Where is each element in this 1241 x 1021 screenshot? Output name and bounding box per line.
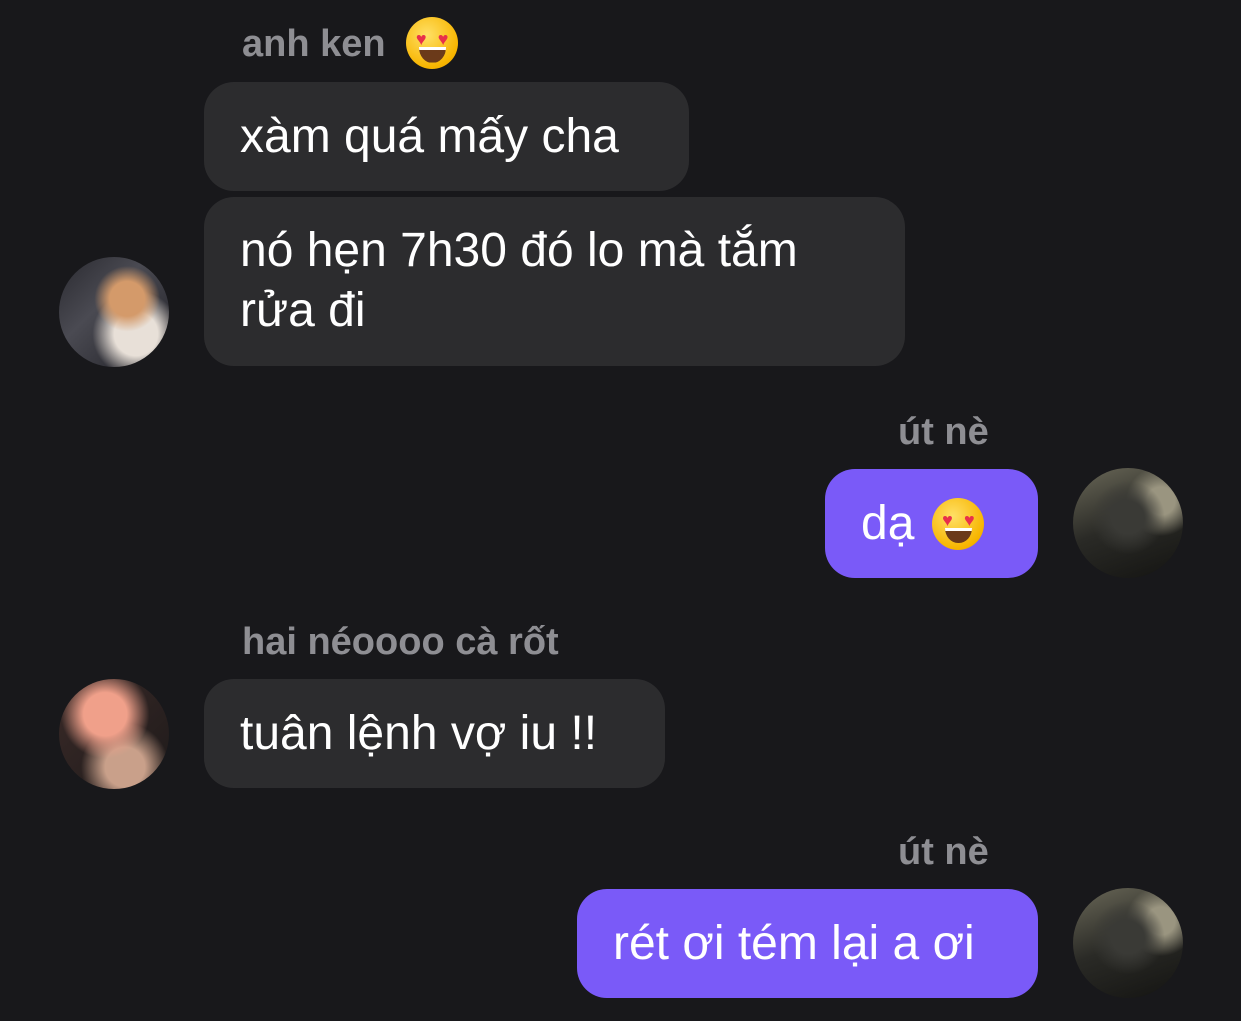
message-text: tuân lệnh vợ iu !! xyxy=(240,706,598,760)
avatar-ut-ne[interactable] xyxy=(1073,468,1183,578)
sender-name-ut-ne: út nè xyxy=(898,831,989,873)
sender-name-anh-ken: anh ken ♥ ♥ xyxy=(242,16,459,69)
sender-name-ut-ne: út nè xyxy=(898,411,989,453)
avatar-hai-neoooo[interactable] xyxy=(59,679,169,789)
message-text: xàm quá mấy cha xyxy=(240,109,619,163)
message-text: nó hẹn 7h30 đó lo mà tắm rửa đi xyxy=(240,224,798,337)
message-bubble[interactable]: dạ ♥ ♥ xyxy=(825,469,1038,578)
smiling-face-heart-eyes-icon: ♥ ♥ xyxy=(406,16,459,69)
smiling-face-heart-eyes-icon: ♥ ♥ xyxy=(932,497,985,550)
message-bubble[interactable]: nó hẹn 7h30 đó lo mà tắm rửa đi xyxy=(204,197,905,366)
message-bubble[interactable]: rét ơi tém lại a ơi xyxy=(577,889,1038,998)
avatar-ut-ne[interactable] xyxy=(1073,888,1183,998)
sender-name-hai-neoooo: hai néoooo cà rốt xyxy=(242,621,559,663)
message-bubble[interactable]: xàm quá mấy cha xyxy=(204,82,689,191)
sender-name-text: anh ken xyxy=(242,23,386,65)
message-bubble[interactable]: tuân lệnh vợ iu !! xyxy=(204,679,665,788)
message-text: dạ xyxy=(861,496,915,550)
avatar-anh-ken[interactable] xyxy=(59,257,169,367)
message-text: rét ơi tém lại a ơi xyxy=(613,916,975,970)
